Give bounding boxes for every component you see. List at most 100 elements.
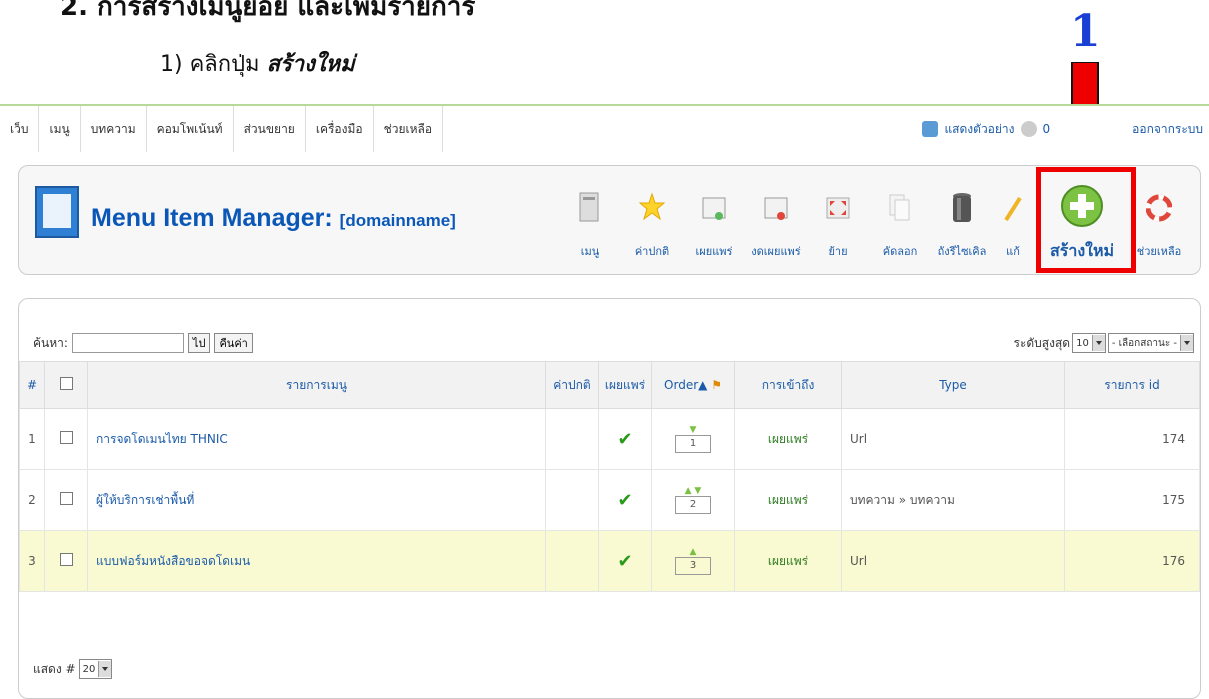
display-limit-value: 20 [82, 663, 96, 675]
state-filter-select[interactable]: - เลือกสถานะ - [1107, 333, 1194, 353]
copy-icon [889, 194, 910, 221]
reset-button[interactable]: คืนค่า [214, 333, 253, 353]
published-check-icon[interactable]: ✔ [617, 551, 632, 572]
trash-button-label: ถังรีไซเคิล [937, 245, 987, 258]
copy-button[interactable]: คัดลอก [869, 178, 931, 270]
menu-help[interactable]: ช่วยเหลือ [374, 106, 444, 152]
row-checkbox[interactable] [59, 431, 73, 444]
menu-content[interactable]: บทความ [81, 106, 147, 152]
table-header: # รายการเมนู ค่าปกติ เผยแพร่ Order▲ ⚑ กา… [19, 361, 1200, 409]
edit-button[interactable]: แก้ [993, 178, 1033, 270]
col-check [44, 361, 88, 409]
published-check-icon[interactable]: ✔ [617, 429, 632, 450]
row-title-link[interactable]: การจดโดเมนไทย THNIC [96, 432, 228, 446]
star-icon [639, 192, 665, 221]
max-level-select[interactable]: 10 [1072, 333, 1106, 353]
row-order-cell: ▲ 3 [651, 530, 735, 592]
unpublish-button[interactable]: งดเผยแพร่ [745, 178, 807, 270]
row-id: 175 [1064, 469, 1200, 531]
menu-extensions[interactable]: ส่วนขยาย [234, 106, 306, 152]
row-checkbox[interactable] [59, 553, 73, 566]
row-type: Url [841, 530, 1065, 592]
row-checkbox[interactable] [59, 492, 73, 505]
move-button-label: ย้าย [828, 245, 848, 258]
menu-tools[interactable]: เครื่องมือ [306, 106, 374, 152]
col-published[interactable]: เผยแพร่ [598, 361, 652, 409]
menus-button[interactable]: เมนู [559, 178, 621, 270]
move-up-icon[interactable]: ▲ [653, 547, 733, 557]
page-title-text: Menu Item Manager: [91, 204, 333, 232]
filters: ระดับสูงสุด 10 - เลือกสถานะ - [1013, 333, 1194, 353]
menu-icon [579, 192, 599, 222]
row-title-link[interactable]: แบบฟอร์มหนังสือขอจดโดเมน [96, 554, 250, 568]
preview-link[interactable]: แสดงตัวอย่าง [944, 120, 1014, 139]
messages-icon [1020, 121, 1037, 137]
move-up-down-icon[interactable]: ▲ ▼ [653, 486, 733, 496]
state-filter-value: - เลือกสถานะ - [1111, 337, 1177, 349]
row-id: 176 [1064, 530, 1200, 592]
chevron-down-icon [98, 661, 112, 677]
row-check-cell [44, 469, 88, 531]
row-access-cell: เผยแพร่ [734, 469, 842, 531]
instruction-step: 1) คลิกปุ่ม สร้างใหม่ [160, 46, 355, 81]
row-access-cell: เผยแพร่ [734, 530, 842, 592]
col-order-label: Order▲ [664, 378, 708, 392]
row-title-link[interactable]: ผู้ให้บริการเช่าพื้นที่ [96, 493, 194, 507]
table-row: 1 การจดโดเมนไทย THNIC ✔ ▼ 1 เผยแพร่ Url 1… [19, 408, 1200, 470]
row-check-cell [44, 408, 88, 470]
chevron-down-icon [1180, 335, 1193, 351]
col-order[interactable]: Order▲ ⚑ [651, 361, 735, 409]
access-link[interactable]: เผยแพร่ [768, 493, 808, 507]
table-row: 3 แบบฟอร์มหนังสือขอจดโดเมน ✔ ▲ 3 เผยแพร่ … [19, 530, 1200, 592]
published-check-icon[interactable]: ✔ [617, 490, 632, 511]
row-access-cell: เผยแพร่ [734, 408, 842, 470]
trash-button[interactable]: ถังรีไซเคิล [931, 178, 993, 270]
table-row: 2 ผู้ให้บริการเช่าพื้นที่ ✔ ▲ ▼ 2 เผยแพร่… [19, 469, 1200, 531]
col-id[interactable]: รายการ id [1064, 361, 1200, 409]
move-icon [826, 197, 850, 219]
col-title[interactable]: รายการเมนู [87, 361, 546, 409]
default-button[interactable]: ค่าปกติ [621, 178, 683, 270]
select-all-checkbox[interactable] [59, 377, 73, 390]
edit-icon [1004, 196, 1022, 222]
order-input[interactable]: 1 [675, 435, 711, 453]
row-default-cell [545, 530, 599, 592]
menu-menus[interactable]: เมนู [39, 106, 81, 152]
chevron-down-icon [1091, 335, 1105, 351]
menu-web[interactable]: เว็บ [0, 106, 40, 152]
messages-count[interactable]: 0 [1043, 122, 1051, 136]
go-button[interactable]: ไป [187, 333, 211, 353]
row-type: บทความ » บทความ [841, 469, 1065, 531]
logout-link[interactable]: ออกจากระบบ [1132, 120, 1203, 139]
row-title-cell: แบบฟอร์มหนังสือขอจดโดเมน [87, 530, 546, 592]
row-title-cell: การจดโดเมนไทย THNIC [87, 408, 546, 470]
highlight-box [1036, 167, 1136, 273]
order-input[interactable]: 2 [675, 496, 711, 514]
default-button-label: ค่าปกติ [634, 245, 670, 258]
display-limit: แสดง # 20 [33, 659, 113, 679]
col-default[interactable]: ค่าปกติ [545, 361, 599, 409]
display-limit-select[interactable]: 20 [78, 659, 113, 679]
menu-items-panel: ค้นหา: ไป คืนค่า ระดับสูงสุด 10 - เลือกส… [18, 298, 1201, 699]
row-order-cell: ▼ 1 [651, 408, 735, 470]
publish-button[interactable]: เผยแพร่ [683, 178, 745, 270]
access-link[interactable]: เผยแพร่ [768, 554, 808, 568]
row-default-cell [545, 469, 599, 531]
access-link[interactable]: เผยแพร่ [768, 432, 808, 446]
col-access[interactable]: การเข้าถึง [734, 361, 842, 409]
step-action: สร้างใหม่ [266, 52, 355, 77]
menu-components[interactable]: คอมโพเน้นท์ [147, 106, 234, 152]
row-check-cell [44, 530, 88, 592]
search-label: ค้นหา: [33, 335, 68, 350]
move-down-icon[interactable]: ▼ [653, 425, 733, 435]
help-button[interactable]: ช่วยเหลือ [1131, 178, 1187, 270]
move-button[interactable]: ย้าย [807, 178, 869, 270]
annotation-number: 1 [1070, 6, 1101, 57]
order-input[interactable]: 3 [675, 557, 711, 575]
menu-items-table: # รายการเมนู ค่าปกติ เผยแพร่ Order▲ ⚑ กา… [19, 361, 1200, 592]
save-order-icon[interactable]: ⚑ [711, 378, 722, 392]
search-input[interactable] [71, 333, 184, 353]
row-order-cell: ▲ ▼ 2 [651, 469, 735, 531]
col-type[interactable]: Type [841, 361, 1065, 409]
display-label: แสดง # [33, 661, 76, 676]
